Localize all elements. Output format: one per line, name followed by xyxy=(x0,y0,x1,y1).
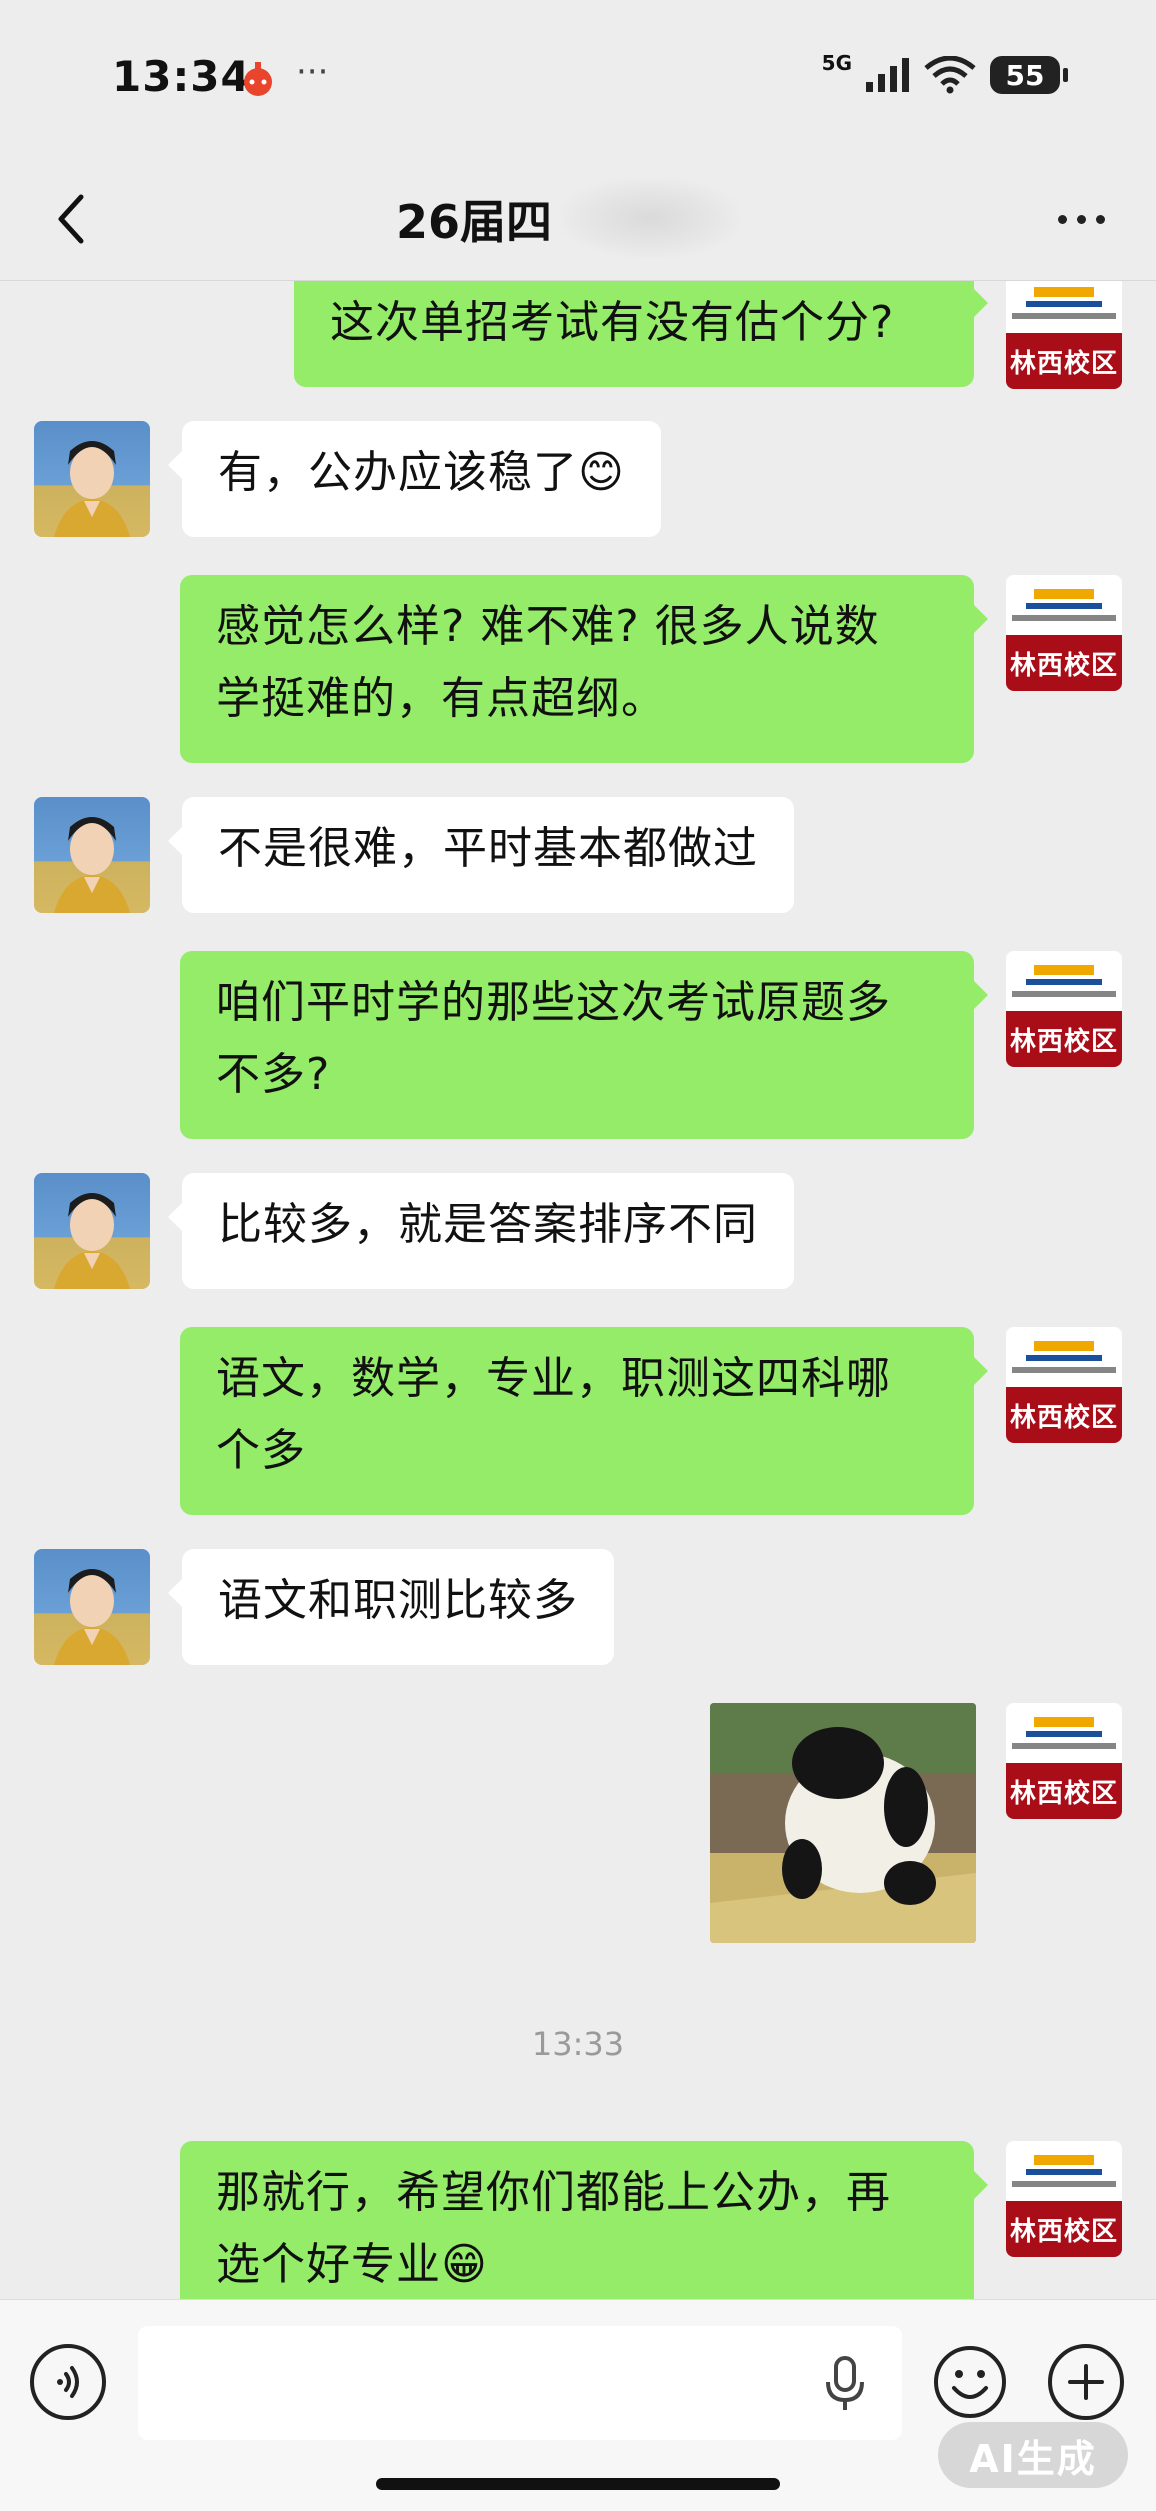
my-avatar[interactable]: 林西校区 xyxy=(1006,1327,1122,1443)
more-dot-icon xyxy=(1076,214,1086,224)
message-bubble-received[interactable]: 比较多，就是答案排序不同 xyxy=(168,1173,794,1289)
chat-title: 26届四 xyxy=(396,195,553,249)
avatar-label: 林西校区 xyxy=(1006,635,1122,691)
contact-avatar[interactable] xyxy=(34,1173,150,1289)
ai-generated-watermark: AI生成 xyxy=(938,2422,1128,2488)
my-avatar[interactable]: 林西校区 xyxy=(1006,281,1122,389)
panda-image-icon xyxy=(710,1703,976,1943)
cartoon-portrait-icon xyxy=(54,817,130,913)
cartoon-portrait-icon xyxy=(54,1569,130,1665)
message-text: 这次单招考试有没有估个分? xyxy=(330,297,895,348)
title-redaction-blur xyxy=(560,178,740,258)
message-line: 咱们平时学的那些这次考试原题多 xyxy=(216,977,891,1028)
message-bubble-sent[interactable]: 这次单招考试有没有估个分? xyxy=(294,281,988,387)
smile-emoji: 😊 xyxy=(578,447,625,498)
contact-avatar[interactable] xyxy=(34,797,150,913)
message-timestamp: 13:33 xyxy=(531,2025,625,2063)
message-line: 语文，数学，专业，职测这四科哪 xyxy=(216,1353,891,1404)
message-text: 比较多，就是答案排序不同 xyxy=(218,1199,758,1250)
battery-indicator: 55 xyxy=(990,56,1068,94)
avatar-label: 林西校区 xyxy=(1006,1763,1122,1819)
cartoon-portrait-icon xyxy=(54,1193,130,1289)
home-indicator[interactable] xyxy=(376,2478,780,2490)
emoji-button[interactable] xyxy=(932,2344,1008,2420)
battery-level: 55 xyxy=(1005,58,1045,92)
chat-header: 26届四 xyxy=(0,160,1156,281)
cartoon-portrait-icon xyxy=(54,441,130,537)
message-bubble-sent[interactable]: 语文，数学，专业，职测这四科哪 个多 xyxy=(180,1327,988,1515)
signal-icon xyxy=(866,58,909,92)
message-bubble-received[interactable]: 有，公办应该稳了😊 xyxy=(168,421,661,537)
status-bar: 13:34 ··· 5G 55 xyxy=(0,0,1156,160)
microphone-icon[interactable] xyxy=(820,2354,870,2414)
message-list[interactable]: 这次单招考试有没有估个分? 林西校区 有，公办应该稳了😊 感觉怎么样? 难不难?… xyxy=(0,281,1156,2299)
message-line: 个多 xyxy=(216,1425,306,1476)
message-text: 语文和职测比较多 xyxy=(218,1575,578,1626)
message-line: 感觉怎么样? 难不难? 很多人说数 xyxy=(216,601,880,652)
message-bubble-sent[interactable]: 感觉怎么样? 难不难? 很多人说数 学挺难的，有点超纲。 xyxy=(180,575,988,763)
contact-avatar[interactable] xyxy=(34,1549,150,1665)
input-bar: AI生成 xyxy=(0,2299,1156,2511)
status-more-dots: ··· xyxy=(296,52,329,92)
message-bubble-received[interactable]: 语文和职测比较多 xyxy=(168,1549,614,1665)
status-time: 13:34 xyxy=(112,52,251,101)
status-indicators: 5G 55 xyxy=(822,51,1068,94)
message-input[interactable] xyxy=(138,2326,902,2440)
avatar-label: 林西校区 xyxy=(1006,1387,1122,1443)
voice-toggle-button[interactable] xyxy=(30,2344,106,2420)
message-text: 不是很难，平时基本都做过 xyxy=(218,823,758,874)
avatar-label: 林西校区 xyxy=(1006,333,1122,389)
voice-wave-icon xyxy=(57,2366,79,2398)
wifi-icon xyxy=(924,56,976,94)
more-options-button[interactable] xyxy=(1046,194,1116,244)
panda-sticker-image[interactable] xyxy=(710,1703,976,1943)
message-text: 有，公办应该稳了 xyxy=(218,447,578,498)
message-bubble-sent[interactable]: 那就行，希望你们都能上公办，再 选个好专业😁 xyxy=(180,2141,988,2299)
my-avatar[interactable]: 林西校区 xyxy=(1006,1703,1122,1819)
message-line: 不多? xyxy=(216,1049,331,1100)
my-avatar[interactable]: 林西校区 xyxy=(1006,2141,1122,2257)
network-type: 5G xyxy=(821,51,852,75)
more-functions-button[interactable] xyxy=(1048,2344,1124,2420)
message-line: 学挺难的，有点超纲。 xyxy=(216,673,666,724)
more-dot-icon xyxy=(1095,214,1105,224)
message-bubble-sent[interactable]: 咱们平时学的那些这次考试原题多 不多? xyxy=(180,951,988,1139)
plus-icon xyxy=(1068,2364,1104,2400)
my-avatar[interactable]: 林西校区 xyxy=(1006,575,1122,691)
app-notification-icon xyxy=(244,62,272,96)
more-dot-icon xyxy=(1057,214,1067,224)
message-bubble-received[interactable]: 不是很难，平时基本都做过 xyxy=(168,797,794,913)
message-line: 那就行，希望你们都能上公办，再 xyxy=(216,2167,891,2218)
back-button[interactable] xyxy=(40,184,100,254)
avatar-label: 林西校区 xyxy=(1006,2201,1122,2257)
my-avatar[interactable]: 林西校区 xyxy=(1006,951,1122,1067)
contact-avatar[interactable] xyxy=(34,421,150,537)
chevron-left-icon xyxy=(58,194,84,244)
grin-emoji: 😁 xyxy=(441,2239,488,2290)
avatar-label: 林西校区 xyxy=(1006,1011,1122,1067)
message-line: 选个好专业 xyxy=(216,2239,441,2290)
